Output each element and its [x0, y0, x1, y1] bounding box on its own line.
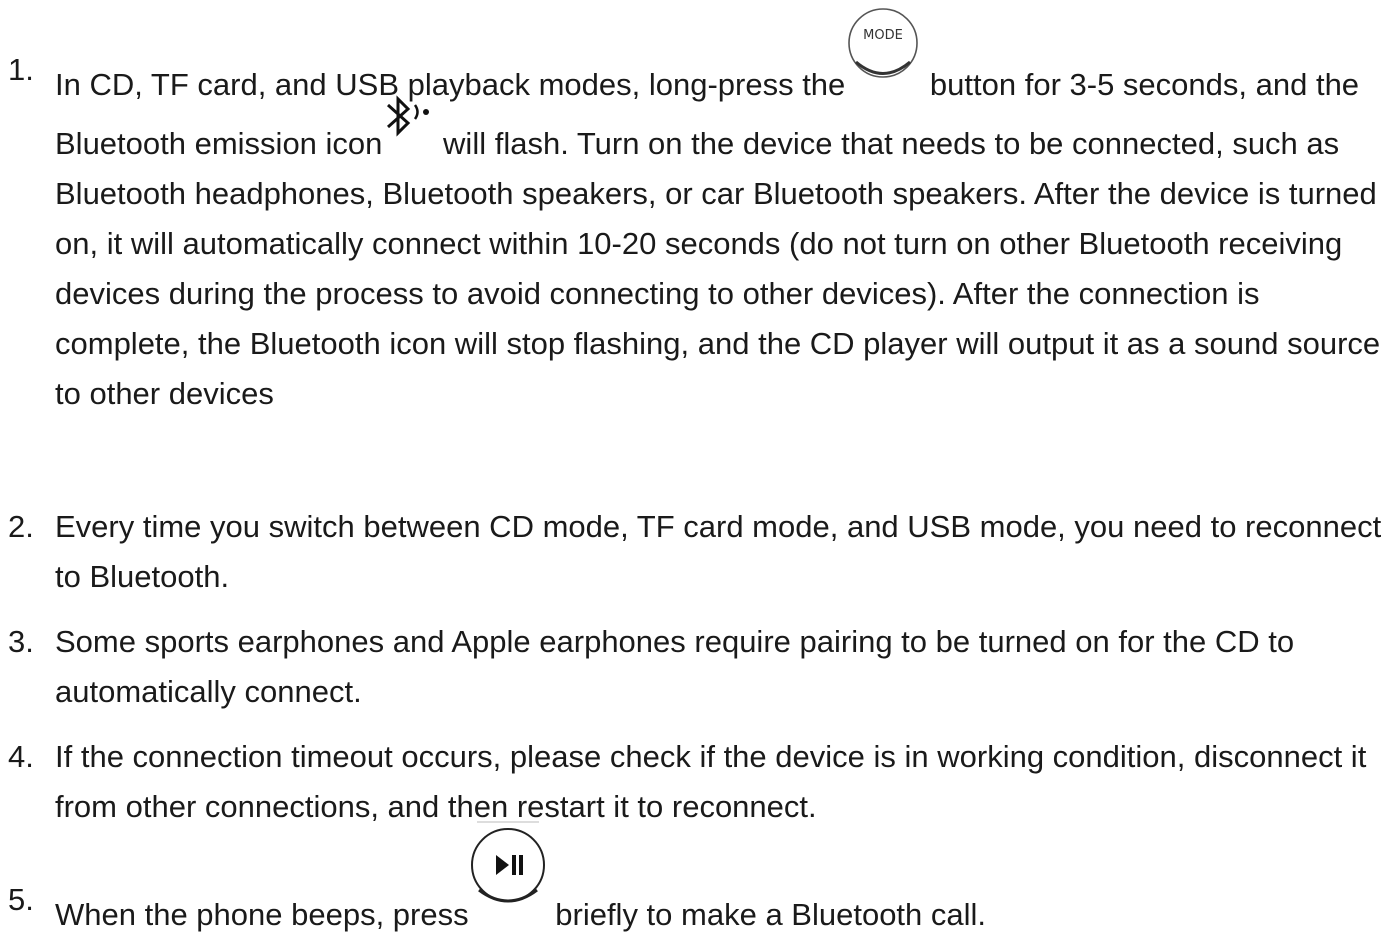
list-number: 2.	[8, 509, 34, 544]
list-item-5: 5. When the phone beeps, press briefly t…	[8, 821, 1388, 940]
list-item-text: When the phone beeps, press briefly to m…	[55, 821, 1388, 940]
list-item-text: Some sports earphones and Apple earphone…	[55, 624, 1295, 709]
list-item-text: Every time you switch between CD mode, T…	[55, 509, 1382, 594]
list-number: 3.	[8, 624, 34, 659]
mode-button-icon: MODE	[845, 8, 921, 95]
list-number: 1.	[8, 52, 34, 87]
list-item-3: 3. Some sports earphones and Apple earph…	[8, 617, 1388, 717]
play-pause-button-icon	[469, 821, 547, 925]
list-item-text: If the connection timeout occurs, please…	[55, 739, 1367, 824]
svg-text:MODE: MODE	[863, 28, 903, 43]
bluetooth-emission-icon	[382, 95, 434, 154]
list-item-1: 1. In CD, TF card, and USB playback mode…	[8, 8, 1388, 419]
list-item-2: 2. Every time you switch between CD mode…	[8, 502, 1388, 602]
list-number: 4.	[8, 739, 34, 774]
list-item-text: In CD, TF card, and USB playback modes, …	[55, 8, 1388, 419]
instruction-document: 1. In CD, TF card, and USB playback mode…	[0, 0, 1396, 949]
list-number: 5.	[8, 882, 34, 917]
list-item-4: 4. If the connection timeout occurs, ple…	[8, 732, 1388, 832]
